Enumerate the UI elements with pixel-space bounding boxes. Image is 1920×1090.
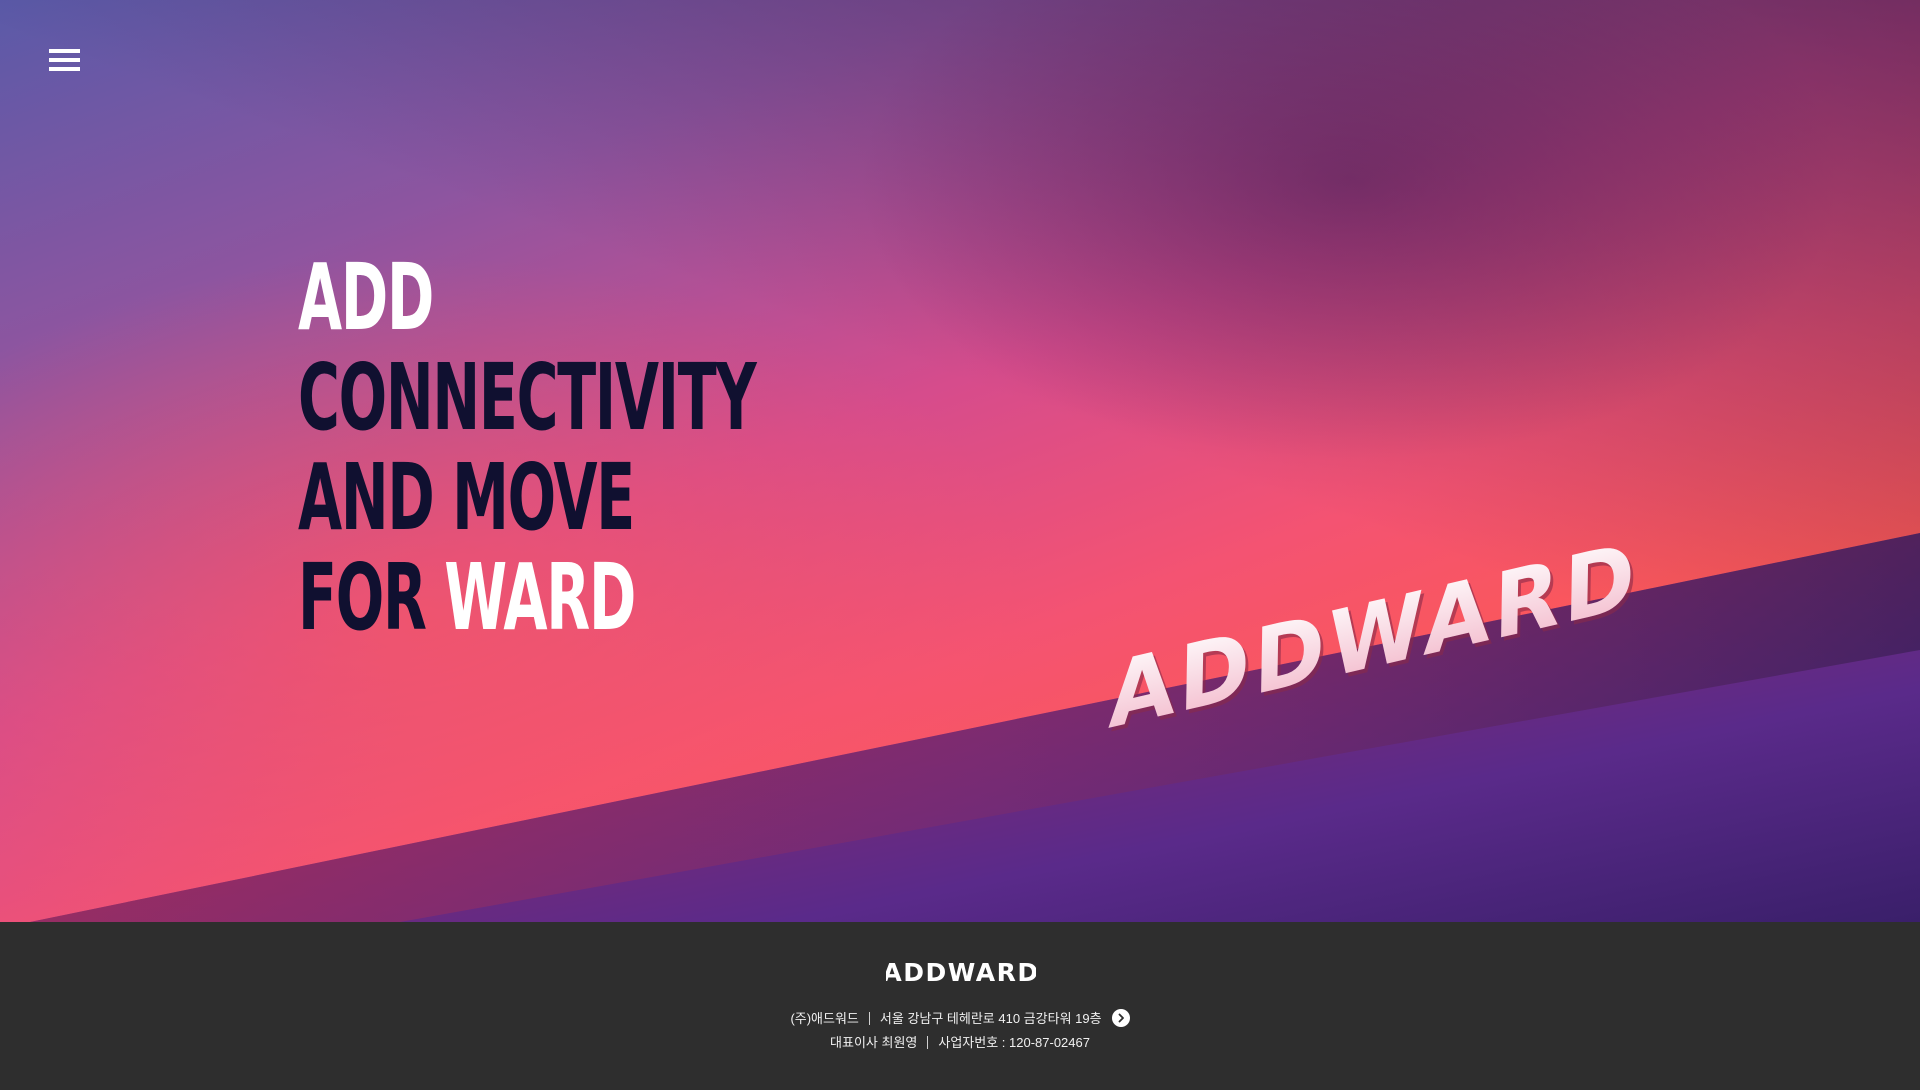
chevron-right-icon	[1118, 1013, 1124, 1023]
hero-section: ADD CONNECTIVITY AND MOVE FOR WARD ADDWA…	[0, 0, 1920, 922]
footer-company-row: (주)애드워드 서울 강남구 테헤란로 410 금강타워 19층	[0, 1008, 1920, 1027]
footer-separator	[868, 1012, 870, 1025]
site-footer: ADDWARD (주)애드워드 서울 강남구 테헤란로 410 금강타워 19층 …	[0, 922, 1920, 1090]
footer-company-name: (주)애드워드	[790, 1011, 859, 1026]
footer-address: 서울 강남구 테헤란로 410 금강타워 19층	[879, 1011, 1102, 1026]
footer-logo-text: ADDWARD	[886, 958, 1036, 986]
footer-business-number: 사업자번호 : 120-87-02467	[938, 1035, 1090, 1050]
footer-ceo-row: 대표이사 최원영 사업자번호 : 120-87-02467	[0, 1032, 1920, 1051]
address-map-button[interactable]	[1111, 1009, 1130, 1027]
brand-3d-logo: ADDWARD ADDWARD	[1108, 522, 1643, 753]
footer-logo: ADDWARD	[886, 958, 1036, 986]
footer-ceo: 대표이사 최원영	[830, 1035, 918, 1050]
footer-separator	[927, 1036, 929, 1049]
brand-3d-text: ADDWARD	[1108, 522, 1640, 750]
